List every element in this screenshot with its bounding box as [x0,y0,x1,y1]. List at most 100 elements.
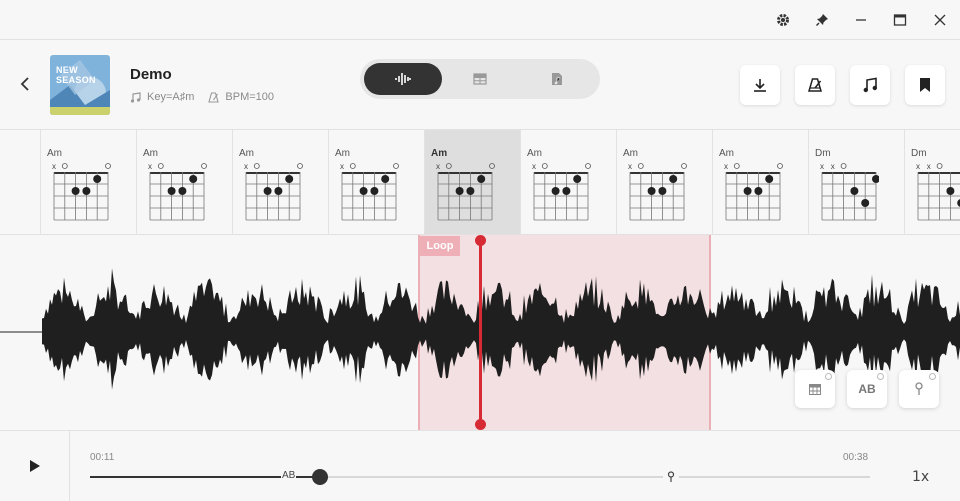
waveform-icon [395,73,411,85]
chord-diagram: x [244,163,303,221]
ab-label: AB [858,382,876,396]
chord-name: Am [47,148,62,159]
chord-name: Dm [815,148,831,159]
title-bar [0,0,960,40]
waveform-mode-tab[interactable] [364,63,442,95]
svg-text:x: x [340,163,344,171]
playback-speed[interactable]: 1x [912,469,929,485]
svg-text:x: x [831,163,835,171]
chord-strip: Am x Am x Am x Am x Am x Am x Am x Am x Dm x x Dm x x [0,130,960,235]
metronome-button[interactable] [795,65,835,105]
chord-card[interactable]: Am x [520,130,616,234]
chord-diagram: xx [820,163,879,221]
playhead-top-handle[interactable] [475,235,486,246]
close-icon [877,373,884,380]
song-meta: Key=A♯m BPM=100 [130,91,288,103]
music-button[interactable] [850,65,890,105]
sheet-mode-tab[interactable] [518,63,596,95]
close-icon[interactable] [928,8,952,32]
grid-icon [809,383,821,395]
chord-card[interactable]: Am x [616,130,712,234]
chord-diagram: x [52,163,111,221]
metronome-icon [208,91,220,103]
chevron-left-icon [20,77,29,91]
chord-card[interactable]: Am x [136,130,232,234]
marker-toggle[interactable] [899,370,939,408]
view-mode-switcher [360,59,600,99]
song-header: NEW SEASON Demo Key=A♯m BPM=100 [0,40,960,130]
close-icon [929,373,936,380]
chord-card[interactable]: Am x [424,130,520,234]
grid-mode-tab[interactable] [441,63,519,95]
cover-text: NEW SEASON [56,65,96,85]
svg-text:x: x [927,163,931,171]
grid-icon [473,73,487,85]
ab-marker[interactable]: AB [281,470,297,481]
chord-diagram: x [436,163,495,221]
chord-name: Am [527,148,542,159]
marker-pin[interactable] [663,469,679,485]
svg-text:x: x [916,163,920,171]
play-button[interactable] [0,431,70,501]
chord-card[interactable]: Am x [328,130,424,234]
chord-diagram: x [340,163,399,221]
ab-loop-toggle[interactable]: AB [847,370,887,408]
progress-knob[interactable] [312,469,328,485]
progress-track[interactable] [90,476,870,478]
play-icon [29,460,40,472]
chord-name: Am [335,148,350,159]
back-button[interactable] [14,72,36,96]
location-pin-icon [915,382,923,395]
music-note-icon [130,91,141,103]
download-button[interactable] [740,65,780,105]
album-cover: NEW SEASON [50,55,110,115]
svg-text:x: x [820,163,824,171]
svg-text:x: x [724,163,728,171]
song-title: Demo [130,66,172,83]
metronome-icon [808,78,822,92]
bookmark-button[interactable] [905,65,945,105]
key-info: Key=A♯m [130,91,194,103]
location-pin-icon [667,471,675,482]
playhead-bottom-handle[interactable] [475,419,486,430]
chord-diagram: x [628,163,687,221]
sheet-music-icon [552,73,562,85]
chord-name: Am [143,148,158,159]
waveform-area[interactable]: Loop AB [0,235,960,430]
svg-text:x: x [52,163,56,171]
loop-label: Loop [420,236,460,256]
svg-text:x: x [244,163,248,171]
chord-name: Am [431,148,448,159]
chord-diagram: x [724,163,783,221]
svg-text:x: x [148,163,152,171]
chord-card[interactable]: Am x [232,130,328,234]
maximize-icon[interactable] [888,8,912,32]
chord-card[interactable]: Am x [712,130,808,234]
chord-name: Dm [911,148,927,159]
chord-name: Am [719,148,734,159]
download-icon [754,79,766,92]
key-label: Key=A♯m [147,91,195,103]
bpm-info: BPM=100 [208,91,274,103]
total-time: 00:38 [843,452,869,463]
gear-icon[interactable] [771,8,795,32]
chord-diagram: x [148,163,207,221]
chord-name: Am [239,148,254,159]
minimize-icon[interactable] [849,8,873,32]
chord-grid-toggle[interactable] [795,370,835,408]
chord-card[interactable]: Dm x x [808,130,904,234]
chord-diagram: xx [916,163,960,221]
pin-icon[interactable] [810,8,834,32]
current-time: 00:11 [90,452,115,463]
chord-name: Am [623,148,638,159]
bpm-label: BPM=100 [225,91,275,103]
bookmark-icon [920,78,930,92]
chord-card[interactable]: Dm x x [904,130,960,234]
player-bar: 00:11 00:38 AB 1x [0,430,960,501]
playhead[interactable] [479,240,482,425]
svg-text:x: x [532,163,536,171]
close-icon [825,373,832,380]
svg-text:x: x [436,163,440,171]
svg-text:x: x [628,163,632,171]
chord-card[interactable]: Am x [40,130,136,234]
